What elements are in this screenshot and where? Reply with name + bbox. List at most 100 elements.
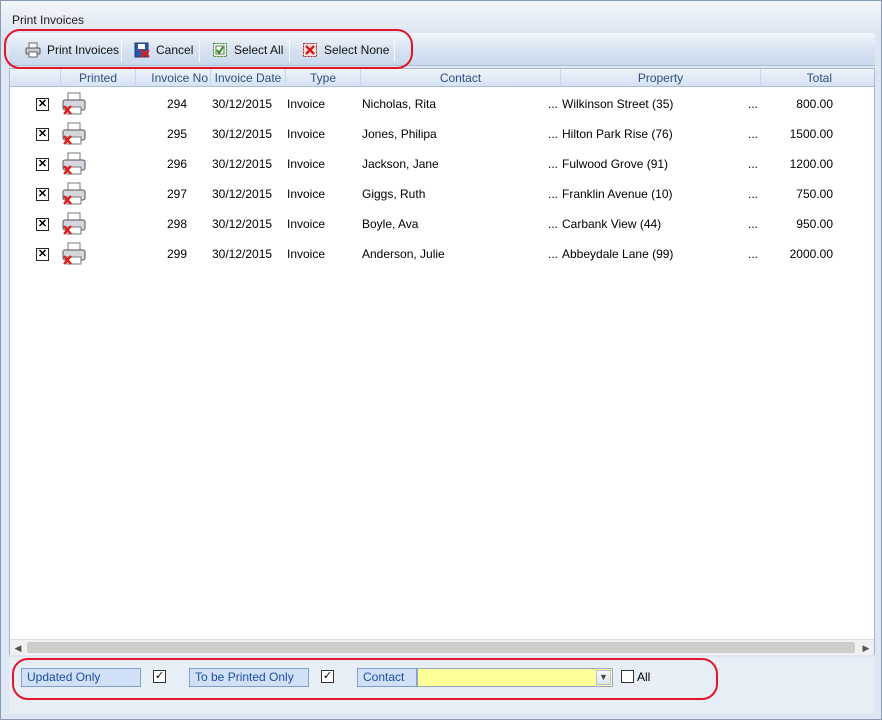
cancel-icon	[134, 42, 150, 58]
scroll-right-icon[interactable]: ▶	[858, 640, 874, 656]
table-row[interactable]: ✕ 297 30/12/2015 Invoice Giggs, Ruth ...…	[10, 179, 874, 209]
contact-more-button[interactable]: ...	[548, 247, 558, 261]
toolbar-separator	[199, 37, 200, 62]
column-header-select[interactable]	[10, 69, 60, 87]
title-bar: Print Invoices	[1, 1, 881, 31]
select-all-button[interactable]: Select All	[204, 36, 291, 63]
contact-more-button[interactable]: ...	[548, 187, 558, 201]
invoice-total: 950.00	[796, 217, 833, 231]
select-none-label: Select None	[324, 42, 390, 57]
property-name: Fulwood Grove (91)	[562, 157, 669, 171]
printer-not-printed-icon	[61, 152, 87, 176]
contact-name: Jones, Philipa	[362, 127, 437, 141]
updated-only-label: Updated Only	[21, 668, 141, 687]
toolbar-separator	[121, 37, 122, 62]
printer-not-printed-icon	[61, 242, 87, 266]
property-more-button[interactable]: ...	[748, 157, 758, 171]
invoice-date: 30/12/2015	[212, 157, 273, 171]
contact-combo[interactable]: ▼	[417, 668, 613, 687]
invoice-date: 30/12/2015	[212, 217, 273, 231]
contact-more-button[interactable]: ...	[548, 97, 558, 111]
row-select-checkbox[interactable]: ✕	[36, 248, 49, 261]
table-row[interactable]: ✕ 295 30/12/2015 Invoice Jones, Philipa …	[10, 119, 874, 149]
invoice-type: Invoice	[287, 127, 326, 141]
select-none-icon	[302, 42, 318, 58]
invoice-date: 30/12/2015	[212, 187, 273, 201]
property-name: Franklin Avenue (10)	[562, 187, 673, 201]
contact-more-button[interactable]: ...	[548, 217, 558, 231]
to-be-printed-only-checkbox[interactable]: ✓	[321, 670, 334, 683]
row-select-checkbox[interactable]: ✕	[36, 158, 49, 171]
property-more-button[interactable]: ...	[748, 217, 758, 231]
scroll-left-icon[interactable]: ◀	[10, 640, 26, 656]
cancel-button[interactable]: Cancel	[126, 36, 201, 63]
printer-not-printed-icon	[61, 122, 87, 146]
property-name: Wilkinson Street (35)	[562, 97, 674, 111]
invoice-no: 299	[166, 247, 187, 261]
updated-only-checkbox[interactable]: ✓	[153, 670, 166, 683]
table-row[interactable]: ✕ 298 30/12/2015 Invoice Boyle, Ava ... …	[10, 209, 874, 239]
invoice-type: Invoice	[287, 217, 326, 231]
invoice-type: Invoice	[287, 97, 326, 111]
invoice-grid: Printed Invoice No Invoice Date Type Con…	[9, 68, 875, 655]
invoice-date: 30/12/2015	[212, 247, 273, 261]
filter-bar: Updated Only ✓ To be Printed Only ✓ Cont…	[9, 657, 875, 713]
invoice-total: 1500.00	[789, 127, 833, 141]
chevron-down-icon[interactable]: ▼	[596, 670, 611, 685]
contact-name: Giggs, Ruth	[362, 187, 426, 201]
invoice-no: 297	[166, 187, 187, 201]
invoice-type: Invoice	[287, 157, 326, 171]
select-none-button[interactable]: Select None	[294, 36, 397, 63]
row-select-checkbox[interactable]: ✕	[36, 188, 49, 201]
property-name: Hilton Park Rise (76)	[562, 127, 673, 141]
table-row[interactable]: ✕ 299 30/12/2015 Invoice Anderson, Julie…	[10, 239, 874, 269]
contact-more-button[interactable]: ...	[548, 127, 558, 141]
column-header-type[interactable]: Type	[285, 69, 360, 87]
invoice-date: 30/12/2015	[212, 97, 273, 111]
select-all-icon	[212, 42, 228, 58]
invoice-total: 750.00	[796, 187, 833, 201]
invoice-type: Invoice	[287, 247, 326, 261]
print-invoices-button[interactable]: Print Invoices	[17, 36, 127, 63]
contact-more-button[interactable]: ...	[548, 157, 558, 171]
invoice-no: 295	[166, 127, 187, 141]
column-header-invoice-date[interactable]: Invoice Date	[210, 69, 285, 87]
invoice-type: Invoice	[287, 187, 326, 201]
property-name: Carbank View (44)	[562, 217, 662, 231]
column-header-property[interactable]: Property	[560, 69, 760, 87]
property-more-button[interactable]: ...	[748, 97, 758, 111]
print-invoices-label: Print Invoices	[47, 42, 120, 57]
invoice-no: 298	[166, 217, 187, 231]
column-header-total[interactable]: Total	[760, 69, 874, 87]
table-row[interactable]: ✕ 296 30/12/2015 Invoice Jackson, Jane .…	[10, 149, 874, 179]
column-header-invoice-no[interactable]: Invoice No	[135, 69, 210, 87]
scrollbar-thumb[interactable]	[27, 642, 855, 653]
print-invoices-window: Print Invoices Print Invoices Cancel Sel…	[0, 0, 882, 720]
column-header-contact[interactable]: Contact	[360, 69, 560, 87]
invoice-total: 800.00	[796, 97, 833, 111]
horizontal-scrollbar[interactable]: ◀ ▶	[10, 639, 874, 655]
window-title: Print Invoices	[12, 13, 85, 27]
property-more-button[interactable]: ...	[748, 247, 758, 261]
row-select-checkbox[interactable]: ✕	[36, 128, 49, 141]
toolbar-separator	[394, 37, 395, 62]
grid-header: Printed Invoice No Invoice Date Type Con…	[10, 69, 874, 87]
property-more-button[interactable]: ...	[748, 127, 758, 141]
column-header-printed[interactable]: Printed	[60, 69, 135, 87]
printer-not-printed-icon	[61, 182, 87, 206]
contact-name: Nicholas, Rita	[362, 97, 437, 111]
invoice-no: 294	[166, 97, 187, 111]
all-label: All	[637, 670, 651, 684]
printer-not-printed-icon	[61, 92, 87, 116]
row-select-checkbox[interactable]: ✕	[36, 98, 49, 111]
table-row[interactable]: ✕ 294 30/12/2015 Invoice Nicholas, Rita …	[10, 89, 874, 119]
contact-name: Anderson, Julie	[362, 247, 445, 261]
cancel-label: Cancel	[156, 42, 194, 57]
select-all-label: Select All	[234, 42, 284, 57]
printer-icon	[25, 42, 41, 58]
property-more-button[interactable]: ...	[748, 187, 758, 201]
contact-label: Contact	[357, 668, 417, 687]
row-select-checkbox[interactable]: ✕	[36, 218, 49, 231]
all-checkbox[interactable]	[621, 670, 634, 683]
toolbar: Print Invoices Cancel Select All Select …	[9, 33, 875, 66]
